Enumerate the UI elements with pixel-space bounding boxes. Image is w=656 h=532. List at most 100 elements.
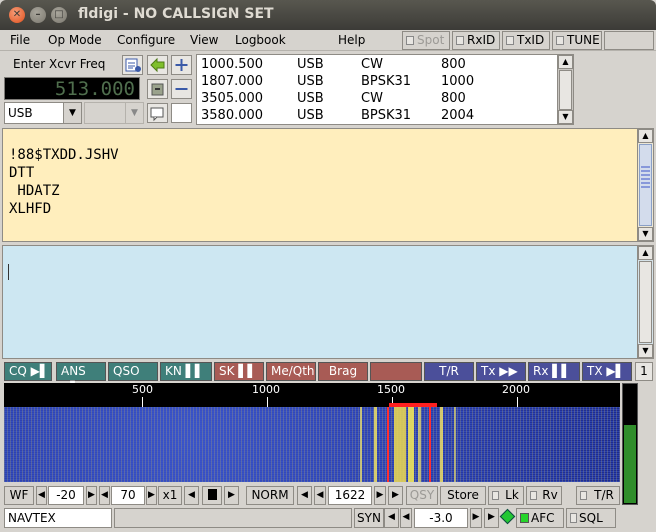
back-arrow-button[interactable] <box>147 55 168 75</box>
macro-kn-button[interactable]: KN ▌▌ <box>160 362 212 381</box>
slow-right-button[interactable]: ▶ <box>224 486 239 505</box>
zoom-button[interactable]: x1 <box>158 486 182 505</box>
tune-indicator <box>556 36 564 45</box>
bandwidth-select[interactable]: ▼ <box>84 102 144 124</box>
scroll-thumb[interactable] <box>639 144 652 226</box>
carrier-fast-left-button[interactable]: ◀ <box>297 486 312 505</box>
macro-ans-button[interactable]: ANS ▶▌ <box>56 362 106 395</box>
close-window-button[interactable]: ✕ <box>9 7 25 23</box>
add-frequency-button[interactable] <box>171 55 192 75</box>
status-message <box>114 508 352 528</box>
slow-left-button[interactable]: ◀ <box>184 486 199 505</box>
scroll-down-icon[interactable]: ▼ <box>558 110 573 124</box>
drawer-icon <box>151 83 164 96</box>
range-decrease-button[interactable]: ◀ <box>99 486 110 505</box>
menu-op-mode[interactable]: Op Mode <box>48 33 102 47</box>
macro-cq-button[interactable]: CQ ▶▌ <box>4 362 52 381</box>
txid-indicator <box>506 36 514 45</box>
rx-text-line: HDATZ <box>9 183 60 199</box>
signal-trace <box>394 407 406 482</box>
ref-level-input[interactable]: -20 <box>48 486 84 505</box>
lock-toggle[interactable]: Lk <box>488 486 524 505</box>
frequency-row[interactable]: 1000.500 USB CW 800 <box>197 56 557 73</box>
range-input[interactable]: 70 <box>111 486 145 505</box>
menu-file[interactable]: File <box>10 33 30 47</box>
frequency-list-scrollbar[interactable]: ▲ ▼ <box>557 55 573 124</box>
frequency-row[interactable]: 3580.000 USB BPSK31 2004 <box>197 107 557 124</box>
mode-status[interactable]: NAVTEX <box>4 508 112 528</box>
carrier-left-button[interactable]: ◀ <box>314 486 326 505</box>
carrier-fast-right-button[interactable]: ▶ <box>388 486 403 505</box>
reverse-toggle[interactable]: Rv <box>526 486 562 505</box>
qsy-button[interactable]: QSY <box>406 486 438 505</box>
offset-right-button[interactable]: ▶ <box>470 508 482 528</box>
macro-set-button[interactable]: 1 <box>635 362 653 381</box>
menu-view[interactable]: View <box>190 33 218 47</box>
wf-mode-button[interactable]: WF <box>4 486 34 505</box>
scroll-down-icon[interactable]: ▼ <box>638 344 653 358</box>
scroll-down-icon[interactable]: ▼ <box>638 227 653 241</box>
rxid-toggle[interactable]: RxID <box>452 31 500 50</box>
notes-button[interactable] <box>147 103 168 123</box>
wf-speed-button[interactable]: NORM <box>246 486 294 505</box>
center-button[interactable] <box>202 486 222 505</box>
waterfall-display[interactable] <box>4 407 620 482</box>
extra-button[interactable] <box>171 103 192 123</box>
maximize-window-button[interactable]: □ <box>51 7 67 23</box>
scroll-up-icon[interactable]: ▲ <box>558 55 573 69</box>
squelch-indicator <box>570 513 577 523</box>
squelch-toggle[interactable]: SQL <box>566 508 616 528</box>
menu-configure[interactable]: Configure <box>117 33 175 47</box>
offset-input[interactable]: -3.0 <box>414 508 468 528</box>
offset-fast-right-button[interactable]: ▶ <box>484 508 499 528</box>
signal-trace <box>418 407 421 482</box>
transmit-scrollbar[interactable]: ▲ ▼ <box>637 246 653 358</box>
frequency-display[interactable]: 513.000 <box>4 77 140 100</box>
macro-rx-button[interactable]: Rx ▌▌ <box>528 362 580 381</box>
frequency-scale[interactable]: 500 1000 1500 2000 <box>4 383 620 407</box>
memory-add-button[interactable] <box>122 55 143 75</box>
scale-label: 2000 <box>502 383 530 396</box>
blank-toggle[interactable] <box>604 31 654 50</box>
offset-left-button[interactable]: ◀ <box>400 508 412 528</box>
tune-toggle[interactable]: TUNE <box>552 31 602 50</box>
txid-toggle[interactable]: TxID <box>502 31 550 50</box>
ref-increase-button[interactable]: ▶ <box>86 486 97 505</box>
tr-indicator <box>580 491 587 500</box>
frequency-list[interactable]: 1000.500 USB CW 800 1807.000 USB BPSK31 … <box>196 54 574 125</box>
rx-text-line: XLHFD <box>9 201 52 217</box>
macro-empty-button[interactable] <box>370 362 422 381</box>
scroll-up-icon[interactable]: ▲ <box>638 129 653 143</box>
transmit-text-pane[interactable]: ▲ ▼ <box>2 245 654 359</box>
macro-qso-button[interactable]: QSO ▶▶ <box>108 362 158 395</box>
menu-logbook[interactable]: Logbook <box>235 33 286 47</box>
remove-frequency-button[interactable] <box>171 79 192 99</box>
afc-toggle[interactable]: AFC <box>516 508 564 528</box>
ref-decrease-button[interactable]: ◀ <box>36 486 47 505</box>
menu-help[interactable]: Help <box>338 33 365 47</box>
frequency-row[interactable]: 3505.000 USB CW 800 <box>197 90 557 107</box>
scroll-up-icon[interactable]: ▲ <box>638 246 653 260</box>
macro-meqth-button[interactable]: Me/Qth <box>266 362 316 381</box>
scroll-thumb[interactable] <box>559 70 572 110</box>
macro-tx-stop-button[interactable]: TX ▶▌ <box>582 362 632 381</box>
store-button[interactable]: Store <box>440 486 486 505</box>
range-increase-button[interactable]: ▶ <box>146 486 157 505</box>
macro-brag-button[interactable]: Brag <box>318 362 368 381</box>
carrier-right-button[interactable]: ▶ <box>374 486 386 505</box>
macro-tx-button[interactable]: Tx ▶▶ <box>476 362 526 381</box>
carrier-frequency-input[interactable]: 1622 <box>328 486 372 505</box>
minimize-window-button[interactable]: – <box>30 7 46 23</box>
macro-sk-button[interactable]: SK ▌▌ <box>214 362 264 381</box>
sync-button[interactable]: SYN <box>354 508 384 528</box>
spot-toggle[interactable]: Spot <box>402 31 450 50</box>
frequency-row[interactable]: 1807.000 USB BPSK31 1000 <box>197 73 557 90</box>
tr-toggle[interactable]: T/R <box>576 486 620 505</box>
memory-save-button[interactable] <box>147 79 168 99</box>
sideband-select[interactable]: USB ▼ <box>4 102 82 124</box>
receive-text-pane[interactable]: !88$TXDD.JSHV DTT HDATZ XLHFD ▲ ▼ <box>2 128 654 242</box>
receive-scrollbar[interactable]: ▲ ▼ <box>637 129 653 241</box>
offset-fast-left-button[interactable]: ◀ <box>384 508 399 528</box>
scroll-thumb[interactable] <box>639 261 652 343</box>
macro-tr-button[interactable]: T/R <box>424 362 474 381</box>
